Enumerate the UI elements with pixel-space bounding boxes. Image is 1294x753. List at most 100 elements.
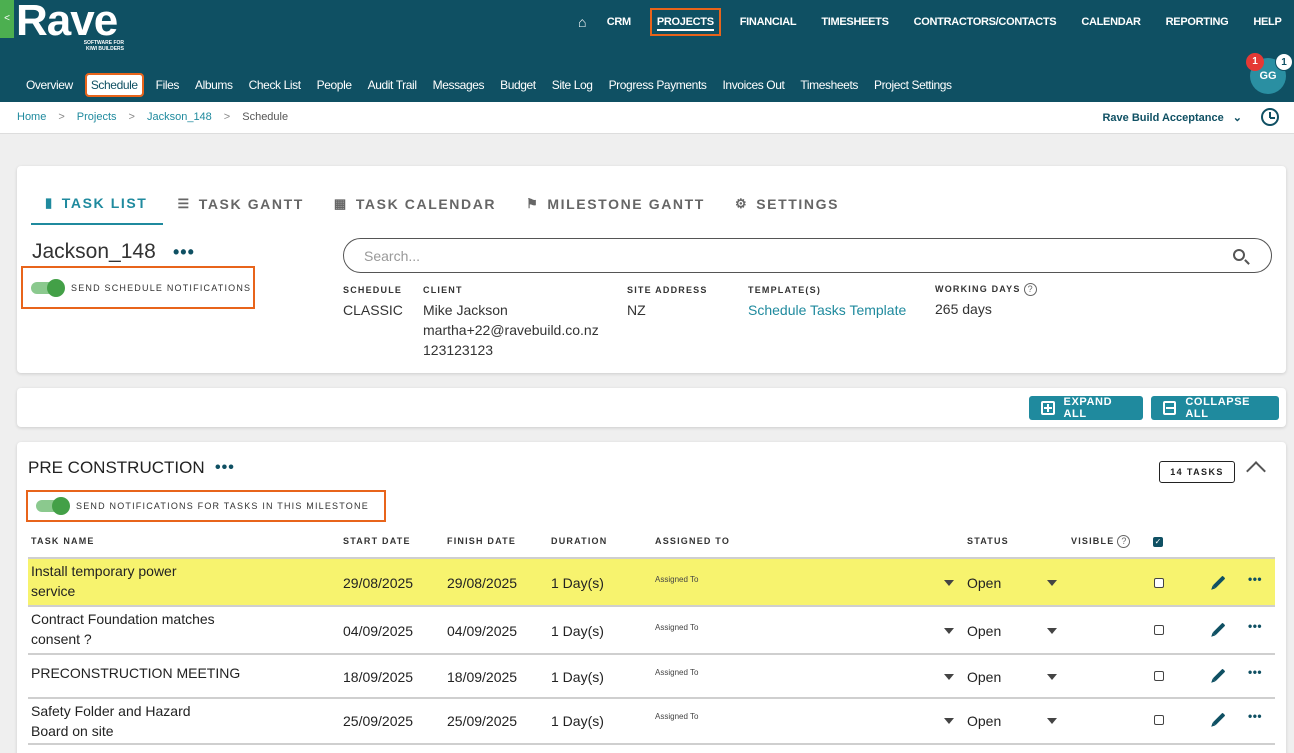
caret-down-icon[interactable] bbox=[944, 580, 954, 586]
top-header: < Rave SOFTWARE FOR KIWI BUILDERS ⌂ CRM … bbox=[0, 0, 1294, 102]
task-name[interactable]: PRECONSTRUCTION MEETING bbox=[31, 663, 271, 683]
col-visible[interactable]: VISIBLE? bbox=[1071, 535, 1131, 548]
breadcrumb-projects[interactable]: Projects bbox=[77, 111, 117, 123]
assigned-to-select[interactable]: Assigned To bbox=[655, 668, 698, 677]
project-menu-icon[interactable]: ••• bbox=[173, 242, 195, 263]
help-icon[interactable]: ? bbox=[1117, 535, 1131, 548]
subnav-invoices-out[interactable]: Invoices Out bbox=[721, 75, 787, 95]
assigned-to-select[interactable]: Assigned To bbox=[655, 575, 698, 584]
side-panel-tab[interactable]: < bbox=[0, 0, 14, 38]
toggle-switch[interactable] bbox=[31, 278, 65, 297]
task-row[interactable]: Safety Folder and Hazard Board on site 2… bbox=[28, 699, 1275, 745]
task-name[interactable]: Contract Foundation matches consent ? bbox=[31, 609, 221, 649]
subnav-albums[interactable]: Albums bbox=[193, 75, 235, 95]
search-icon[interactable] bbox=[1233, 249, 1245, 261]
col-task-name[interactable]: TASK NAME bbox=[31, 536, 95, 546]
caret-down-icon[interactable] bbox=[944, 718, 954, 724]
milestone-menu-icon[interactable]: ••• bbox=[215, 459, 235, 477]
row-menu-icon[interactable]: ••• bbox=[1248, 619, 1262, 633]
task-row[interactable]: PRECONSTRUCTION MEETING 18/09/2025 18/09… bbox=[28, 655, 1275, 699]
message-badge[interactable]: 1 bbox=[1275, 53, 1293, 71]
notification-badge[interactable]: 1 bbox=[1246, 53, 1264, 71]
project-title: Jackson_148 bbox=[32, 240, 156, 263]
col-start-date[interactable]: START DATE bbox=[343, 536, 411, 546]
home-icon[interactable]: ⌂ bbox=[574, 10, 590, 34]
pencil-icon[interactable] bbox=[1212, 622, 1226, 636]
template-link[interactable]: Schedule Tasks Template bbox=[748, 300, 906, 320]
expand-all-button[interactable]: EXPAND ALL bbox=[1029, 396, 1143, 420]
status-select[interactable]: Open bbox=[967, 713, 1001, 729]
task-row[interactable]: Contract Foundation matches consent ? 04… bbox=[28, 607, 1275, 655]
nav-reporting[interactable]: REPORTING bbox=[1162, 12, 1233, 32]
col-duration[interactable]: DURATION bbox=[551, 536, 607, 546]
select-all-checkbox[interactable]: ✓ bbox=[1153, 537, 1163, 547]
project-subnav: Overview Schedule Files Albums Check Lis… bbox=[18, 73, 960, 97]
subnav-progress-payments[interactable]: Progress Payments bbox=[607, 75, 709, 95]
subnav-files[interactable]: Files bbox=[154, 75, 181, 95]
subnav-timesheets[interactable]: Timesheets bbox=[798, 75, 860, 95]
col-finish-date[interactable]: FINISH DATE bbox=[447, 536, 516, 546]
row-checkbox[interactable] bbox=[1154, 578, 1164, 588]
chevron-up-icon[interactable] bbox=[1246, 461, 1266, 481]
subnav-schedule[interactable]: Schedule bbox=[84, 73, 144, 97]
subnav-site-log[interactable]: Site Log bbox=[550, 75, 595, 95]
history-clock-icon[interactable] bbox=[1261, 108, 1279, 126]
assigned-to-select[interactable]: Assigned To bbox=[655, 712, 698, 721]
row-checkbox[interactable] bbox=[1154, 625, 1164, 635]
pencil-icon[interactable] bbox=[1212, 575, 1226, 589]
search-input[interactable] bbox=[364, 248, 1204, 264]
task-duration: 1 Day(s) bbox=[551, 575, 604, 591]
subnav-audit-trail[interactable]: Audit Trail bbox=[366, 75, 419, 95]
help-icon[interactable]: ? bbox=[1023, 283, 1037, 296]
nav-calendar[interactable]: CALENDAR bbox=[1077, 12, 1144, 32]
subnav-project-settings[interactable]: Project Settings bbox=[872, 75, 954, 95]
tab-task-list[interactable]: ▮ TASK LIST bbox=[31, 192, 164, 225]
task-name[interactable]: Install temporary power service bbox=[31, 561, 221, 601]
nav-crm[interactable]: CRM bbox=[603, 12, 635, 32]
nav-projects[interactable]: PROJECTS bbox=[649, 8, 721, 36]
caret-down-icon[interactable] bbox=[1047, 674, 1057, 680]
row-menu-icon[interactable]: ••• bbox=[1248, 572, 1262, 586]
subnav-check-list[interactable]: Check List bbox=[247, 75, 303, 95]
pencil-icon[interactable] bbox=[1212, 668, 1226, 682]
nav-financial[interactable]: FINANCIAL bbox=[736, 12, 801, 32]
tab-task-calendar[interactable]: ▦ TASK CALENDAR bbox=[320, 192, 512, 225]
tab-settings[interactable]: ⚙ SETTINGS bbox=[721, 192, 855, 225]
nav-help[interactable]: HELP bbox=[1249, 12, 1285, 32]
toggle-switch[interactable] bbox=[36, 497, 70, 515]
status-select[interactable]: Open bbox=[967, 575, 1001, 591]
nav-timesheets[interactable]: TIMESHEETS bbox=[817, 12, 892, 32]
caret-down-icon[interactable] bbox=[1047, 718, 1057, 724]
status-select[interactable]: Open bbox=[967, 669, 1001, 685]
assigned-to-select[interactable]: Assigned To bbox=[655, 623, 698, 632]
breadcrumb-project[interactable]: Jackson_148 bbox=[147, 111, 212, 123]
subnav-budget[interactable]: Budget bbox=[498, 75, 538, 95]
status-select[interactable]: Open bbox=[967, 623, 1001, 639]
caret-down-icon[interactable] bbox=[944, 674, 954, 680]
caret-down-icon[interactable] bbox=[1047, 580, 1057, 586]
pencil-icon[interactable] bbox=[1212, 712, 1226, 726]
subnav-people[interactable]: People bbox=[315, 75, 354, 95]
collapse-all-button[interactable]: COLLAPSE ALL bbox=[1151, 396, 1279, 420]
nav-contractors-contacts[interactable]: CONTRACTORS/CONTACTS bbox=[910, 12, 1061, 32]
col-assigned-to[interactable]: ASSIGNED TO bbox=[655, 536, 730, 546]
task-finish-date: 18/09/2025 bbox=[447, 669, 518, 685]
row-checkbox[interactable] bbox=[1154, 671, 1164, 681]
subnav-messages[interactable]: Messages bbox=[431, 75, 487, 95]
schedule-notifications-toggle[interactable]: SEND SCHEDULE NOTIFICATIONS bbox=[21, 266, 255, 309]
caret-down-icon[interactable] bbox=[944, 628, 954, 634]
task-row[interactable]: Install temporary power service 29/08/20… bbox=[28, 557, 1275, 607]
task-name[interactable]: Safety Folder and Hazard Board on site bbox=[31, 701, 221, 741]
tab-task-gantt[interactable]: ☰ TASK GANTT bbox=[163, 192, 319, 225]
row-menu-icon[interactable]: ••• bbox=[1248, 709, 1262, 723]
row-menu-icon[interactable]: ••• bbox=[1248, 665, 1262, 679]
milestone-notifications-toggle[interactable]: SEND NOTIFICATIONS FOR TASKS IN THIS MIL… bbox=[26, 490, 386, 522]
caret-down-icon[interactable] bbox=[1047, 628, 1057, 634]
breadcrumb-home[interactable]: Home bbox=[17, 111, 46, 123]
tab-milestone-gantt[interactable]: ⚑ MILESTONE GANTT bbox=[512, 192, 721, 225]
company-selector[interactable]: Rave Build Acceptance ⌄ bbox=[1102, 111, 1242, 124]
col-status[interactable]: STATUS bbox=[967, 536, 1009, 546]
row-checkbox[interactable] bbox=[1154, 715, 1164, 725]
rave-logo[interactable]: Rave SOFTWARE FOR KIWI BUILDERS bbox=[16, 0, 124, 52]
subnav-overview[interactable]: Overview bbox=[24, 75, 75, 95]
